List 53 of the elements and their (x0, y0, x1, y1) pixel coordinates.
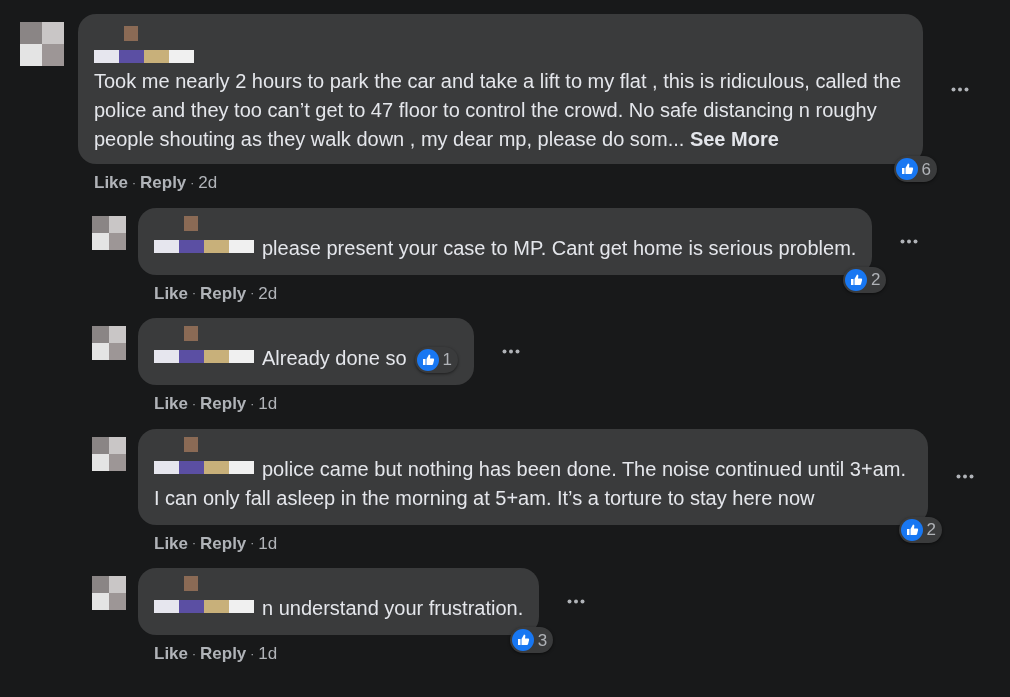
more-options-icon[interactable] (567, 599, 586, 604)
comment-time: 2d (258, 282, 278, 305)
more-options-icon[interactable] (900, 238, 919, 244)
reaction-badge[interactable]: 3 (509, 627, 554, 653)
more-options-icon[interactable] (951, 86, 969, 92)
action-link[interactable]: Like (154, 391, 189, 417)
comment-time: 2d (198, 172, 218, 194)
reaction-badge[interactable]: 2 (842, 266, 887, 293)
action-link[interactable]: Reply (140, 170, 187, 196)
reaction-count: 2 (926, 521, 936, 538)
more-options-icon[interactable] (956, 474, 974, 479)
thumbs-up-icon (900, 518, 923, 541)
action-link[interactable]: Reply (200, 530, 247, 556)
separator-dot: · (250, 535, 255, 553)
reaction-badge[interactable]: 2 (898, 516, 942, 543)
more-options-icon[interactable] (502, 349, 520, 354)
comment-text: Took me nearly 2 hours to park the car and take a lift to my flat , this is ridiculous, called the police and they too can’t get to 47 floor to control the crowd. No safe distancing n roughy people shouting as they walk down , my dear mp, please do som... See More (94, 70, 902, 150)
separator-dot: · (132, 174, 137, 192)
action-link[interactable]: Reply (200, 280, 247, 306)
separator-dot: · (192, 285, 197, 303)
reaction-badge[interactable]: 6 (893, 156, 937, 182)
comment-text: n understand your frustration. (262, 597, 524, 619)
comment-time: 1d (258, 532, 278, 555)
action-link[interactable]: Reply (200, 391, 247, 417)
action-link[interactable]: Like (154, 280, 189, 306)
comment-text: Already done so (262, 347, 407, 369)
reaction-count: 6 (921, 160, 931, 178)
comment-text: please present your case to MP. Cant get home is serious problem. (262, 236, 857, 259)
separator-dot: · (190, 174, 195, 192)
comment-text: police came but nothing has been done. The noise continued until 3+am. I can only fall asleep in the morning at 5+am. It’s a torture to stay here now (154, 457, 906, 509)
action-link[interactable]: Like (154, 530, 189, 556)
thumbs-up-icon (844, 268, 867, 291)
avatar[interactable] (92, 436, 126, 471)
action-link[interactable]: Like (154, 641, 189, 667)
action-link[interactable]: Reply (200, 641, 247, 667)
reaction-count: 1 (442, 351, 452, 369)
reaction-count: 2 (870, 271, 881, 288)
action-link[interactable]: Like (94, 170, 129, 196)
separator-dot: · (250, 285, 255, 303)
separator-dot: · (250, 395, 255, 413)
thumbs-up-icon (511, 629, 534, 651)
comment-time: 1d (258, 393, 278, 415)
separator-dot: · (192, 535, 197, 553)
see-more-link[interactable]: See More (689, 128, 779, 150)
thumbs-up-icon (895, 158, 918, 180)
thumbs-up-icon (416, 348, 439, 371)
separator-dot: · (192, 645, 197, 663)
reaction-count: 3 (537, 631, 548, 649)
reaction-badge[interactable]: 1 (414, 346, 458, 373)
avatar[interactable] (92, 215, 126, 250)
separator-dot: · (192, 395, 197, 413)
separator-dot: · (250, 645, 255, 663)
comment-time: 1d (258, 643, 278, 665)
